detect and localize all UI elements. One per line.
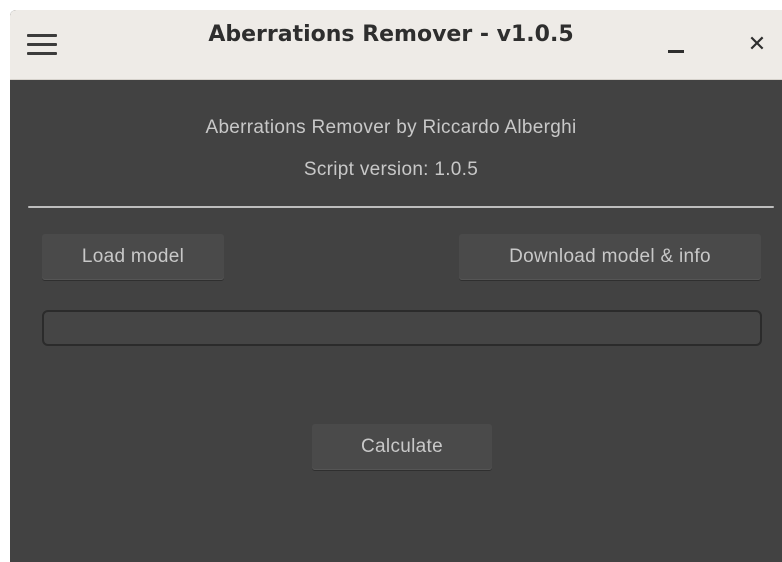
app-window: ✕ Aberrations Remover by Riccardo Alberg… [10, 10, 782, 562]
menu-line [27, 52, 57, 55]
title-bar: ✕ [10, 10, 782, 80]
minimize-icon [668, 50, 684, 53]
calculate-button[interactable]: Calculate [312, 424, 492, 470]
close-icon: ✕ [747, 32, 767, 57]
author-credit: Aberrations Remover by Riccardo Alberghi [205, 117, 577, 138]
divider [28, 206, 774, 208]
load-model-button[interactable]: Load model [42, 234, 224, 280]
menu-line [27, 43, 57, 46]
close-button[interactable]: ✕ [737, 24, 777, 66]
progress-bar [42, 310, 762, 346]
minimize-button[interactable] [656, 24, 696, 66]
download-model-button[interactable]: Download model & info [459, 234, 761, 280]
hamburger-menu-icon[interactable] [27, 34, 57, 56]
script-version: Script version: 1.0.5 [303, 159, 479, 180]
menu-line [27, 34, 57, 37]
